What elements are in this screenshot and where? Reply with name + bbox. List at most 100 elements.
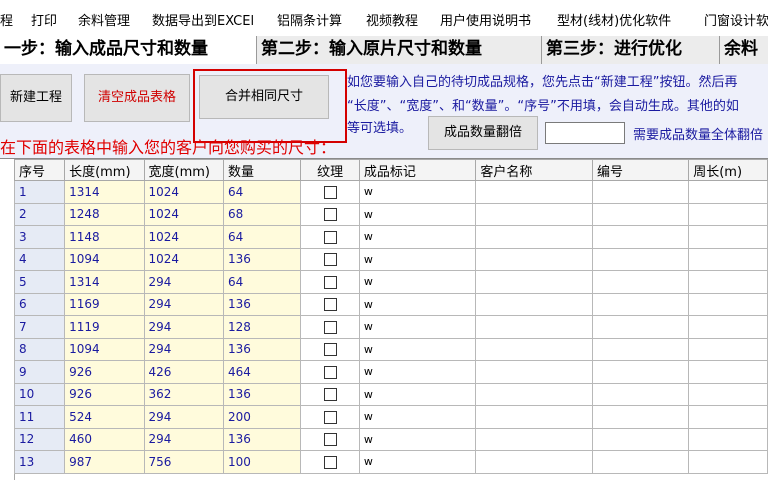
cell-length[interactable]: 926: [64, 360, 145, 384]
cell-perimeter[interactable]: [688, 315, 768, 339]
cell-width[interactable]: 1024: [143, 180, 224, 204]
col-header-index[interactable]: 序号: [13, 159, 66, 181]
cell-perimeter[interactable]: [688, 450, 768, 474]
cell-product-mark[interactable]: w: [358, 225, 477, 249]
cell-length[interactable]: 1314: [64, 180, 145, 204]
table-row[interactable]: 9 926 426 464 w: [13, 360, 768, 384]
cell-number[interactable]: [591, 337, 690, 361]
cell-quantity[interactable]: 200: [222, 405, 302, 429]
cell-index[interactable]: 9: [13, 360, 66, 384]
cell-length[interactable]: 926: [64, 382, 145, 406]
cell-quantity[interactable]: 64: [222, 180, 302, 204]
cell-product-mark[interactable]: w: [358, 382, 477, 406]
cell-width[interactable]: 294: [143, 337, 224, 361]
cell-width[interactable]: 1024: [143, 202, 224, 226]
cell-texture[interactable]: [300, 382, 360, 406]
cell-index[interactable]: 3: [13, 225, 66, 249]
cell-length[interactable]: 1148: [64, 225, 145, 249]
cell-perimeter[interactable]: [688, 225, 768, 249]
cell-quantity[interactable]: 68: [222, 202, 302, 226]
cell-number[interactable]: [591, 292, 690, 316]
cell-texture[interactable]: [300, 405, 360, 429]
cell-product-mark[interactable]: w: [358, 292, 477, 316]
cell-length[interactable]: 460: [64, 427, 145, 451]
table-row[interactable]: 7 1119 294 128 w: [13, 315, 768, 339]
cell-length[interactable]: 1094: [64, 337, 145, 361]
col-header-length[interactable]: 长度(mm): [64, 159, 145, 181]
cell-customer-name[interactable]: [475, 180, 593, 204]
cell-number[interactable]: [591, 315, 690, 339]
cell-index[interactable]: 4: [13, 247, 66, 271]
cell-quantity[interactable]: 136: [222, 382, 302, 406]
cell-product-mark[interactable]: w: [358, 270, 477, 294]
menu-item-profile-optimizer[interactable]: 型材(线材)优化软件: [557, 10, 671, 29]
cell-number[interactable]: [591, 225, 690, 249]
multiply-factor-input[interactable]: [545, 122, 625, 144]
cell-width[interactable]: 756: [143, 450, 224, 474]
texture-checkbox[interactable]: [323, 410, 337, 424]
cell-quantity[interactable]: 64: [222, 225, 302, 249]
cell-quantity[interactable]: 136: [222, 337, 302, 361]
cell-texture[interactable]: [300, 180, 360, 204]
col-header-texture[interactable]: 纹理: [300, 159, 360, 181]
cell-perimeter[interactable]: [688, 247, 768, 271]
cell-length[interactable]: 1248: [64, 202, 145, 226]
texture-checkbox[interactable]: [323, 343, 337, 357]
new-project-button[interactable]: 新建工程: [0, 74, 72, 122]
cell-index[interactable]: 2: [13, 202, 66, 226]
cell-customer-name[interactable]: [475, 270, 593, 294]
cell-texture[interactable]: [300, 427, 360, 451]
table-row[interactable]: 4 1094 1024 136 w: [13, 247, 768, 271]
multiply-quantity-button[interactable]: 成品数量翻倍: [428, 116, 538, 150]
cell-number[interactable]: [591, 202, 690, 226]
cell-perimeter[interactable]: [688, 360, 768, 384]
cell-index[interactable]: 12: [13, 427, 66, 451]
texture-checkbox[interactable]: [323, 365, 337, 379]
cell-length[interactable]: 987: [64, 450, 145, 474]
col-header-quantity[interactable]: 数量: [222, 159, 302, 181]
cell-customer-name[interactable]: [475, 247, 593, 271]
cell-length[interactable]: 1094: [64, 247, 145, 271]
cell-index[interactable]: 7: [13, 315, 66, 339]
cell-length[interactable]: 1169: [64, 292, 145, 316]
cell-product-mark[interactable]: w: [358, 247, 477, 271]
texture-checkbox[interactable]: [323, 253, 337, 267]
cell-perimeter[interactable]: [688, 292, 768, 316]
col-header-customer-name[interactable]: 客户名称: [475, 159, 593, 181]
cell-index[interactable]: 6: [13, 292, 66, 316]
cell-length[interactable]: 1119: [64, 315, 145, 339]
texture-checkbox[interactable]: [323, 185, 337, 199]
cell-quantity[interactable]: 136: [222, 247, 302, 271]
cell-index[interactable]: 8: [13, 337, 66, 361]
texture-checkbox[interactable]: [323, 433, 337, 447]
cell-width[interactable]: 294: [143, 315, 224, 339]
tab-step-3[interactable]: 第三步：进行优化: [542, 36, 720, 64]
cell-width[interactable]: 362: [143, 382, 224, 406]
cell-customer-name[interactable]: [475, 382, 593, 406]
cell-width[interactable]: 294: [143, 405, 224, 429]
cell-product-mark[interactable]: w: [358, 337, 477, 361]
cell-perimeter[interactable]: [688, 427, 768, 451]
texture-checkbox[interactable]: [323, 388, 337, 402]
cell-perimeter[interactable]: [688, 337, 768, 361]
cell-number[interactable]: [591, 427, 690, 451]
cell-customer-name[interactable]: [475, 450, 593, 474]
texture-checkbox[interactable]: [323, 208, 337, 222]
cell-length[interactable]: 524: [64, 405, 145, 429]
table-row[interactable]: 8 1094 294 136 w: [13, 337, 768, 361]
cell-width[interactable]: 294: [143, 270, 224, 294]
cell-width[interactable]: 426: [143, 360, 224, 384]
menu-item-print[interactable]: 打印: [31, 10, 57, 29]
cell-quantity[interactable]: 136: [222, 427, 302, 451]
cell-texture[interactable]: [300, 337, 360, 361]
cell-product-mark[interactable]: w: [358, 315, 477, 339]
cell-customer-name[interactable]: [475, 292, 593, 316]
cell-texture[interactable]: [300, 315, 360, 339]
table-row[interactable]: 12 460 294 136 w: [13, 427, 768, 451]
tab-step-1[interactable]: 一步：输入成品尺寸和数量: [0, 36, 257, 64]
cell-product-mark[interactable]: w: [358, 180, 477, 204]
cell-quantity[interactable]: 464: [222, 360, 302, 384]
menu-item-user-manual[interactable]: 用户使用说明书: [440, 10, 531, 29]
menu-item-window-design[interactable]: 门窗设计软: [704, 10, 768, 29]
cell-number[interactable]: [591, 270, 690, 294]
